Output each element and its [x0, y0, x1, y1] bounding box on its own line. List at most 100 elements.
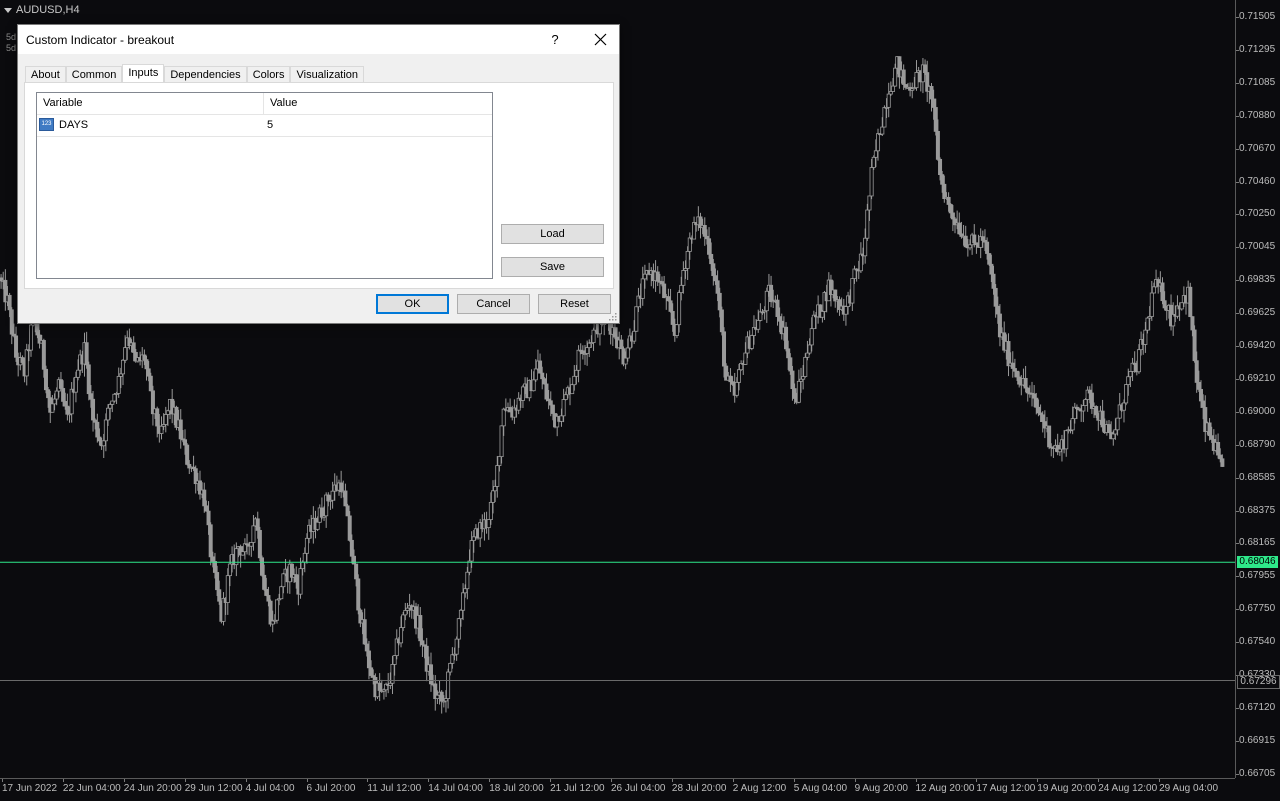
candle [963, 225, 968, 248]
time-axis[interactable]: 17 Jun 2022 22 Jun 04:00 24 Jun 20:00 29 Ju… [0, 778, 1235, 801]
time-tick-label: 6 Jul 20:00 [306, 779, 356, 794]
candle [640, 266, 645, 306]
candle [238, 544, 243, 568]
symbol-menu-icon[interactable] [4, 7, 12, 13]
price-tick-label: 0.67120 [1235, 701, 1276, 713]
symbol-label: AUDUSD,H4 [4, 4, 80, 16]
price-tick-label: 0.70670 [1235, 142, 1276, 154]
current-price-badge: 0.68046 [1237, 556, 1278, 569]
candle [886, 82, 891, 118]
candle [9, 307, 14, 345]
candle [508, 398, 513, 413]
price-tick-label: 0.68790 [1235, 438, 1276, 450]
indicator-sub-label: 5d [6, 43, 17, 53]
inputs-grid[interactable]: Variable Value 123 DAYS 5 [36, 92, 493, 279]
time-tick-label: 5 Aug 04:00 [793, 779, 848, 794]
reset-button[interactable]: Reset [538, 294, 611, 314]
candle [702, 217, 707, 246]
table-row[interactable]: 123 DAYS 5 [37, 115, 492, 137]
candle [850, 278, 855, 312]
candle [1188, 282, 1193, 318]
time-tick-label: 29 Aug 04:00 [1159, 779, 1219, 794]
candle [1047, 425, 1052, 450]
price-tick-label: 0.69000 [1235, 405, 1276, 417]
candle [1107, 420, 1112, 434]
time-tick-label: 24 Jun 20:00 [123, 779, 182, 794]
candle [1010, 351, 1015, 378]
candle [833, 289, 838, 308]
time-tick-label: 24 Aug 12:00 [1098, 779, 1158, 794]
candle [356, 574, 361, 615]
candle [65, 393, 70, 421]
candle [274, 599, 279, 624]
candle [1160, 277, 1165, 305]
candle [512, 399, 517, 424]
candle [796, 369, 801, 404]
price-tick-label: 0.68165 [1235, 537, 1276, 549]
candle [619, 334, 624, 350]
close-button[interactable] [583, 25, 619, 54]
price-tick-label: 0.66705 [1235, 767, 1276, 779]
candle [655, 266, 660, 287]
candle [538, 353, 543, 374]
price-tick-label: 0.69210 [1235, 372, 1276, 384]
price-tick-label: 0.67955 [1235, 570, 1276, 582]
column-variable-header[interactable]: Variable [37, 93, 263, 114]
candle [1064, 429, 1069, 457]
time-tick-label: 14 Jul 04:00 [428, 779, 483, 794]
price-tick-label: 0.69625 [1235, 307, 1276, 319]
price-tick-label: 0.66915 [1235, 734, 1276, 746]
candle [666, 288, 671, 302]
candle [29, 321, 34, 357]
save-button[interactable]: Save [501, 257, 604, 277]
candle [446, 668, 451, 709]
candle [454, 636, 459, 661]
price-tick-label: 0.69835 [1235, 274, 1276, 286]
candle [428, 652, 433, 692]
time-tick-label: 4 Jul 04:00 [245, 779, 295, 794]
ok-button[interactable]: OK [376, 294, 449, 314]
candle [362, 608, 367, 645]
dialog-titlebar[interactable]: Custom Indicator - breakout ? [18, 25, 619, 54]
candle [920, 58, 925, 94]
indicator-sub-label: 5d [6, 32, 17, 42]
candle [84, 331, 89, 369]
close-icon [594, 33, 607, 46]
candle [358, 608, 363, 628]
column-value-header[interactable]: Value [264, 93, 492, 114]
price-axis[interactable]: 0.71505 0.71295 0.71085 0.70880 0.70670 0.704… [1235, 0, 1280, 779]
candle [69, 382, 74, 423]
cancel-button[interactable]: Cancel [457, 294, 530, 314]
candle [1179, 302, 1184, 311]
candle [1130, 357, 1135, 382]
inputs-panel: Variable Value 123 DAYS 5 Load Save [24, 82, 614, 289]
time-tick-label: 9 Aug 20:00 [854, 779, 908, 794]
candle [178, 409, 183, 449]
candle [279, 585, 284, 600]
candle [1192, 325, 1197, 363]
dialog-title: Custom Indicator - breakout [26, 33, 175, 47]
tab-inputs[interactable]: Inputs [122, 64, 165, 84]
candle [764, 287, 769, 323]
time-tick-label: 28 Jul 20:00 [671, 779, 727, 794]
candle [193, 465, 198, 494]
candle [257, 526, 262, 562]
price-tick-label: 0.69420 [1235, 340, 1276, 351]
candle [674, 324, 679, 339]
resize-grip-icon[interactable] [609, 313, 617, 321]
candle [662, 275, 667, 299]
help-button[interactable]: ? [539, 25, 571, 54]
candle [739, 360, 744, 372]
value-cell[interactable]: 5 [267, 115, 273, 136]
dialog-tabs: About Common Inputs Dependencies Colors … [25, 64, 365, 84]
candle [58, 371, 63, 389]
time-tick-label: 21 Jul 12:00 [550, 779, 605, 794]
candle [668, 288, 673, 313]
candle [914, 60, 919, 91]
variable-cell: DAYS [59, 119, 89, 131]
candle [843, 305, 848, 326]
candle [544, 373, 549, 402]
load-button[interactable]: Load [501, 224, 604, 244]
candle [260, 555, 265, 577]
price-tick-label: 0.68585 [1235, 471, 1276, 483]
